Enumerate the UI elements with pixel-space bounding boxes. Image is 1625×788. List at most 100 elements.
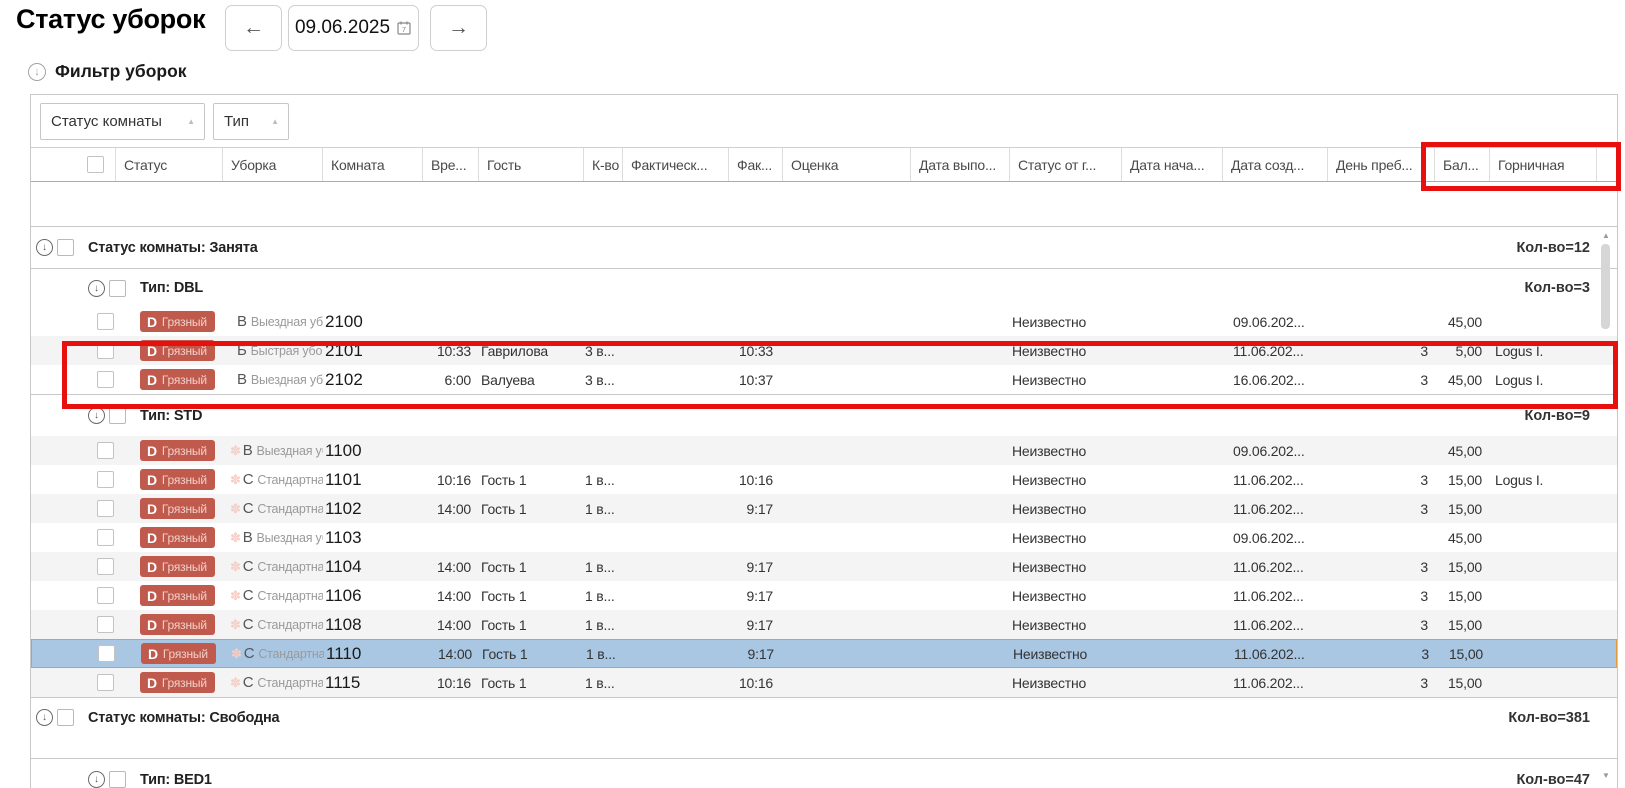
cell-fact2: 10:16 xyxy=(729,465,783,494)
cell-days: 3 xyxy=(1328,336,1435,365)
row-checkbox[interactable] xyxy=(97,442,114,459)
cell-time: 14:00 xyxy=(423,581,479,610)
column-header-room[interactable]: Комната xyxy=(323,148,423,181)
row-checkbox[interactable] xyxy=(97,529,114,546)
table-row[interactable]: DГрязный✽ВВыездная уборка1103Неизвестно0… xyxy=(31,523,1617,552)
row-checkbox[interactable] xyxy=(109,407,126,424)
column-header-guest_status[interactable]: Статус от г... xyxy=(1010,148,1122,181)
collapse-group-icon[interactable]: ↓ xyxy=(36,709,53,726)
collapse-group-icon[interactable]: ↓ xyxy=(36,239,53,256)
column-header-fact[interactable]: Фактическ... xyxy=(623,148,729,181)
group-chip-Тип[interactable]: Тип▲ xyxy=(213,103,289,140)
flower-icon: ✽ xyxy=(230,675,241,691)
group-row[interactable]: ↓Тип: BED1Кол-во=47 xyxy=(31,758,1617,788)
row-checkbox[interactable] xyxy=(97,587,114,604)
group-row[interactable]: ↓Статус комнаты: ЗанятаКол-во=12 xyxy=(31,226,1617,268)
scrollbar-track[interactable] xyxy=(1599,242,1613,768)
collapse-group-icon[interactable]: ↓ xyxy=(88,280,105,297)
table-row[interactable]: DГрязный✽ССтандартная уборка111014:00Гос… xyxy=(31,639,1617,668)
cleaning-type-name: Стандартная уборка xyxy=(257,502,323,516)
table-row[interactable]: DГрязныйВВыездная уборка21026:00Валуева3… xyxy=(31,365,1617,394)
row-checkbox[interactable] xyxy=(97,371,114,388)
status-badge: DГрязный xyxy=(140,440,215,461)
cell-date_done xyxy=(911,668,1010,697)
table-row[interactable]: DГрязный✽ССтандартная уборка110110:16Гос… xyxy=(31,465,1617,494)
cell-maid xyxy=(1490,523,1597,552)
table-row[interactable]: DГрязный✽ССтандартная уборка111510:16Гос… xyxy=(31,668,1617,697)
group-row[interactable]: ↓Тип: STDКол-во=9 xyxy=(31,394,1617,436)
prev-day-button[interactable]: ← xyxy=(225,5,282,51)
cleaning-type-letter: В xyxy=(237,371,247,388)
row-checkbox[interactable] xyxy=(97,500,114,517)
column-header-filler[interactable] xyxy=(1597,148,1617,181)
status-badge: DГрязный xyxy=(140,527,215,548)
column-header-qty[interactable]: К-во xyxy=(584,148,623,181)
cell-fact2: 9:17 xyxy=(729,494,783,523)
column-header-guest[interactable]: Гость xyxy=(479,148,584,181)
cell-score xyxy=(783,523,911,552)
row-checkbox[interactable] xyxy=(57,239,74,256)
date-field[interactable]: 09.06.2025 7 xyxy=(288,5,419,51)
row-checkbox[interactable] xyxy=(97,342,114,359)
group-chip-Статус комнаты[interactable]: Статус комнаты▲ xyxy=(40,103,205,140)
next-day-button[interactable]: → xyxy=(430,5,487,51)
collapse-group-icon[interactable]: ↓ xyxy=(88,407,105,424)
scroll-down-icon[interactable]: ▼ xyxy=(1602,768,1610,782)
table-row[interactable]: DГрязный✽ССтандартная уборка110614:00Гос… xyxy=(31,581,1617,610)
table-row[interactable]: DГрязныйББыстрая уборка210110:33Гаврилов… xyxy=(31,336,1617,365)
column-header-status[interactable]: Статус xyxy=(116,148,223,181)
collapse-filter-icon[interactable]: ↓ xyxy=(28,63,46,81)
row-checkbox[interactable] xyxy=(97,558,114,575)
cell-time xyxy=(423,307,479,336)
table-row[interactable]: DГрязный✽ССтандартная уборка110814:00Гос… xyxy=(31,610,1617,639)
row-checkbox[interactable] xyxy=(97,313,114,330)
group-label: Статус комнаты: Занята xyxy=(88,240,258,256)
calendar-icon[interactable]: 7 xyxy=(396,20,412,36)
table-row[interactable]: DГрязный✽ВВыездная уборка1100Неизвестно0… xyxy=(31,436,1617,465)
column-header-sel[interactable] xyxy=(31,148,116,181)
column-header-date_done[interactable]: Дата выпо... xyxy=(911,148,1010,181)
column-header-points[interactable]: Бал... xyxy=(1435,148,1490,181)
cell-guest: Валуева xyxy=(479,365,584,394)
row-checkbox[interactable] xyxy=(57,709,74,726)
collapse-group-icon[interactable]: ↓ xyxy=(88,771,105,788)
cell-points: 15,00 xyxy=(1436,640,1491,667)
cell-date_created: 09.06.202... xyxy=(1223,523,1328,552)
column-header-days[interactable]: День преб... xyxy=(1328,148,1435,181)
table-row[interactable]: DГрязныйВВыездная уборка2100Неизвестно09… xyxy=(31,307,1617,336)
cell-date_done xyxy=(911,436,1010,465)
row-checkbox[interactable] xyxy=(109,771,126,788)
column-header-score[interactable]: Оценка xyxy=(783,148,911,181)
cell-score xyxy=(783,494,911,523)
cell-guest: Гаврилова xyxy=(479,336,584,365)
column-header-date_created[interactable]: Дата созд... xyxy=(1223,148,1328,181)
cell-fact xyxy=(623,307,729,336)
row-checkbox[interactable] xyxy=(97,471,114,488)
select-all-checkbox[interactable] xyxy=(87,156,104,173)
scroll-up-icon[interactable]: ▲ xyxy=(1602,228,1610,242)
row-checkbox[interactable] xyxy=(97,616,114,633)
cell-date_created: 09.06.202... xyxy=(1223,436,1328,465)
table-row[interactable]: DГрязный✽ССтандартная уборка110214:00Гос… xyxy=(31,494,1617,523)
scrollbar-thumb[interactable] xyxy=(1601,244,1610,329)
group-row[interactable]: ↓Тип: DBLКол-во=3 xyxy=(31,268,1617,307)
table-row[interactable]: DГрязный✽ССтандартная уборка110414:00Гос… xyxy=(31,552,1617,581)
column-header-time[interactable]: Вре... xyxy=(423,148,479,181)
grid-filter-row[interactable] xyxy=(31,182,1617,226)
column-header-date_start[interactable]: Дата нача... xyxy=(1122,148,1223,181)
cell-guest_status: Неизвестно xyxy=(1010,552,1122,581)
vertical-scrollbar[interactable]: ▲ ▼ xyxy=(1599,228,1613,782)
cell-guest_status: Неизвестно xyxy=(1010,668,1122,697)
cell-days xyxy=(1328,307,1435,336)
row-checkbox[interactable] xyxy=(97,674,114,691)
column-header-fact2[interactable]: Фак... xyxy=(729,148,783,181)
cell-date_start xyxy=(1122,581,1223,610)
column-header-clean[interactable]: Уборка xyxy=(223,148,323,181)
column-header-maid[interactable]: Горничная xyxy=(1490,148,1597,181)
row-checkbox[interactable] xyxy=(98,645,115,662)
cell-date_start xyxy=(1122,336,1223,365)
group-row[interactable]: ↓Статус комнаты: СвободнаКол-во=381 xyxy=(31,697,1617,737)
cell-status: DГрязный xyxy=(116,668,223,697)
cell-guest_status: Неизвестно xyxy=(1010,465,1122,494)
row-checkbox[interactable] xyxy=(109,280,126,297)
